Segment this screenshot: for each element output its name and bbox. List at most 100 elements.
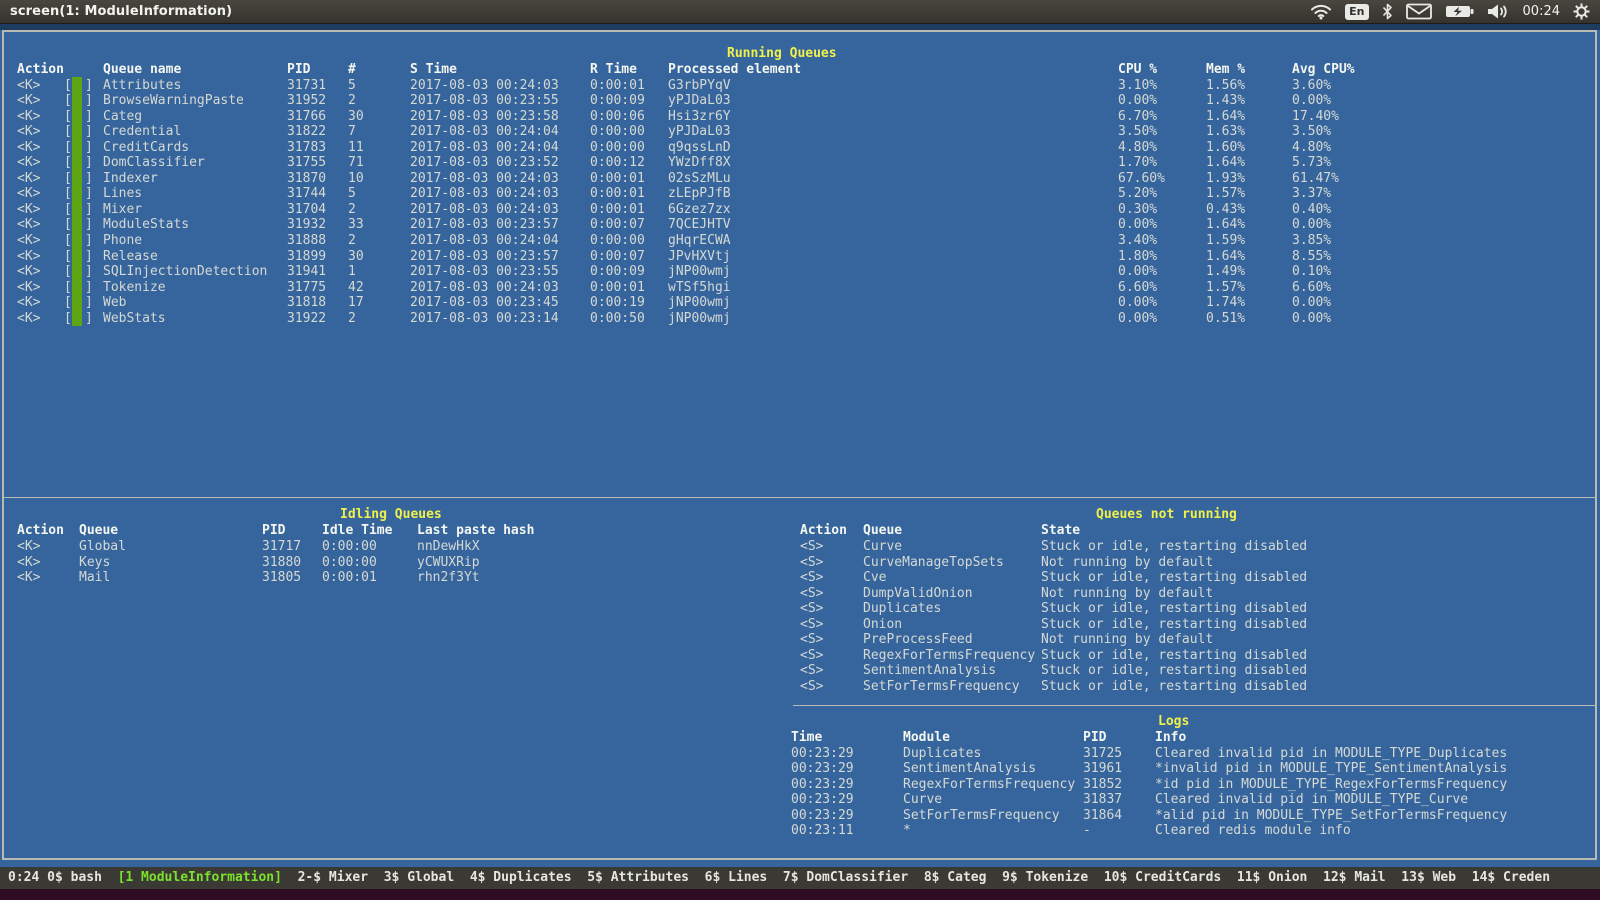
mail-icon[interactable] <box>1406 3 1432 20</box>
queues_not_running-cell-action: <S> <box>800 617 823 632</box>
idling_queues-cell-action: <K> <box>17 555 40 570</box>
running_queues-cell-pid: 31822 <box>287 124 326 139</box>
running_queues-cell-cpu: 0.30% <box>1118 202 1157 217</box>
battery-icon[interactable] <box>1445 4 1474 19</box>
green-activity-bar <box>72 77 82 93</box>
running_queues-cell-s_time: 2017-08-03 00:23:57 <box>410 217 559 232</box>
running_queues-gauge-bracket: ] <box>85 78 93 93</box>
running_queues-cell-queue: BrowseWarningPaste <box>103 93 244 108</box>
queues_not_running-cell-action: <S> <box>800 632 823 647</box>
logs-header-1: Module <box>903 730 950 745</box>
running_queues-cell-s_time: 2017-08-03 00:24:03 <box>410 202 559 217</box>
logs-cell-module: SentimentAnalysis <box>903 761 1036 776</box>
screen-window-entry: 4$ Duplicates <box>470 870 572 885</box>
running_queues-cell-r_time: 0:00:00 <box>590 140 645 155</box>
running_queues-cell-s_time: 2017-08-03 00:23:57 <box>410 249 559 264</box>
running_queues-cell-pid: 31775 <box>287 280 326 295</box>
logs-cell-pid: 31725 <box>1083 746 1122 761</box>
idling_queues-cell-last_paste_hash: nnDewHkX <box>417 539 480 554</box>
border-top <box>2 30 1597 32</box>
queues_not_running-cell-state: Not running by default <box>1041 586 1213 601</box>
divider-horizontal-mid <box>2 497 1597 498</box>
running_queues-cell-cpu: 0.00% <box>1118 295 1157 310</box>
queues_not_running-cell-action: <S> <box>800 679 823 694</box>
running_queues-cell-s_time: 2017-08-03 00:24:04 <box>410 140 559 155</box>
border-right <box>1595 30 1597 860</box>
wifi-icon[interactable] <box>1310 3 1332 20</box>
running_queues-header-4: S Time <box>410 62 457 77</box>
running_queues-cell-r_time: 0:00:01 <box>590 78 645 93</box>
running_queues-cell-processed: zLEpPJfB <box>668 186 731 201</box>
running_queues-cell-count: 7 <box>348 124 356 139</box>
running_queues-cell-queue: ModuleStats <box>103 217 189 232</box>
running_queues-header-8: Mem % <box>1206 62 1245 77</box>
queues_not_running-cell-action: <S> <box>800 648 823 663</box>
running_queues-cell-pid: 31783 <box>287 140 326 155</box>
logs-cell-time: 00:23:29 <box>791 777 854 792</box>
running_queues-cell-mem: 1.64% <box>1206 249 1245 264</box>
queues_not_running-cell-action: <S> <box>800 555 823 570</box>
bluetooth-icon[interactable] <box>1382 3 1393 20</box>
gear-icon[interactable] <box>1573 3 1590 20</box>
running_queues-cell-mem: 1.43% <box>1206 93 1245 108</box>
queues_not_running-header-1: Queue <box>863 523 902 538</box>
running_queues-cell-cpu: 0.00% <box>1118 93 1157 108</box>
running_queues-cell-avg_cpu: 3.85% <box>1292 233 1331 248</box>
logs-header-3: Info <box>1155 730 1186 745</box>
running_queues-cell-action: <K> <box>17 186 40 201</box>
running_queues-cell-processed: wTSf5hgi <box>668 280 731 295</box>
running_queues-cell-action: <K> <box>17 78 40 93</box>
running_queues-cell-mem: 0.51% <box>1206 311 1245 326</box>
screen-window-entry: 3$ Global <box>384 870 454 885</box>
running_queues-gauge-bracket: ] <box>85 217 93 232</box>
running_queues-cell-r_time: 0:00:01 <box>590 171 645 186</box>
logs-cell-module: Curve <box>903 792 942 807</box>
volume-icon[interactable] <box>1487 3 1510 20</box>
running_queues-cell-count: 42 <box>348 280 364 295</box>
queues_not_running-cell-state: Stuck or idle, restarting disabled <box>1041 617 1307 632</box>
running_queues-cell-avg_cpu: 17.40% <box>1292 109 1339 124</box>
logs-cell-time: 00:23:29 <box>791 761 854 776</box>
running_queues-gauge-bracket: ] <box>85 295 93 310</box>
green-activity-bar <box>72 279 82 295</box>
panel-clock[interactable]: 00:24 <box>1523 4 1560 19</box>
running_queues-cell-processed: 6Gzez7zx <box>668 202 731 217</box>
running_queues-cell-processed: G3rbPYqV <box>668 78 731 93</box>
keyboard-layout-indicator[interactable]: En <box>1345 4 1368 20</box>
running_queues-header-9: Avg CPU% <box>1292 62 1355 77</box>
running_queues-cell-queue: Indexer <box>103 171 158 186</box>
queues_not_running-cell-queue: CurveManageTopSets <box>863 555 1004 570</box>
queues_not_running-header-0: Action <box>800 523 847 538</box>
running_queues-header-7: CPU % <box>1118 62 1157 77</box>
queues_not_running-cell-state: Not running by default <box>1041 555 1213 570</box>
running_queues-gauge-bracket: ] <box>85 249 93 264</box>
running_queues-cell-r_time: 0:00:07 <box>590 217 645 232</box>
green-activity-bar <box>72 170 82 186</box>
idling_queues-cell-queue: Mail <box>79 570 110 585</box>
running_queues-cell-s_time: 2017-08-03 00:24:03 <box>410 186 559 201</box>
idling_queues-header-0: Action <box>17 523 64 538</box>
idling_queues-header-3: Idle Time <box>322 523 392 538</box>
queues_not_running-cell-action: <S> <box>800 570 823 585</box>
logs-cell-time: 00:23:29 <box>791 808 854 823</box>
running_queues-cell-count: 17 <box>348 295 364 310</box>
screen-window-active: [1 ModuleInformation] <box>118 870 282 885</box>
running_queues-cell-pid: 31899 <box>287 249 326 264</box>
logs-cell-time: 00:23:11 <box>791 823 854 838</box>
terminal-screen[interactable]: Running QueuesActionQueue namePID#S Time… <box>0 24 1600 867</box>
logs-cell-module: * <box>903 823 911 838</box>
idling_queues-cell-idle_time: 0:00:00 <box>322 539 377 554</box>
logs-cell-pid: 31864 <box>1083 808 1122 823</box>
green-activity-bar <box>72 124 82 140</box>
running_queues-gauge-bracket: ] <box>85 109 93 124</box>
running_queues-cell-cpu: 1.70% <box>1118 155 1157 170</box>
running_queues-cell-r_time: 0:00:00 <box>590 233 645 248</box>
running_queues-cell-pid: 31744 <box>287 186 326 201</box>
queues_not_running-cell-queue: SentimentAnalysis <box>863 663 996 678</box>
running_queues-header-5: R Time <box>590 62 637 77</box>
running_queues-gauge-bracket: ] <box>85 124 93 139</box>
running_queues-cell-queue: CreditCards <box>103 140 189 155</box>
logs-cell-pid: 31852 <box>1083 777 1122 792</box>
running_queues-cell-r_time: 0:00:12 <box>590 155 645 170</box>
running_queues-cell-queue: Web <box>103 295 126 310</box>
